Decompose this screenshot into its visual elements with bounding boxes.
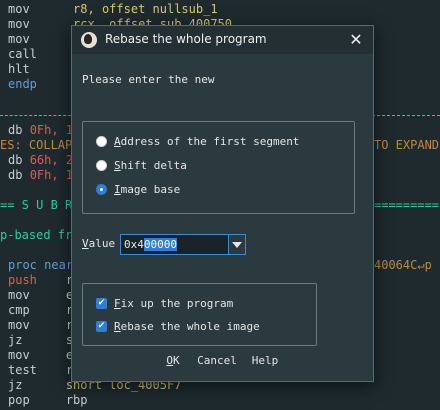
prompt-text: Please enter the new xyxy=(82,73,215,86)
frame-comment: p-based fr xyxy=(0,228,73,242)
value-combobox[interactable]: 0x400000 xyxy=(120,234,246,255)
checkbox-checked-icon[interactable]: ✔ xyxy=(96,321,107,332)
radio-address-first-segment[interactable]: Address of the first segment xyxy=(96,134,346,150)
code-line: cmp r xyxy=(8,303,74,317)
code-line: db 0Fh, 1 xyxy=(8,123,74,137)
app-icon xyxy=(81,32,97,48)
checkbox-fix-up-program[interactable]: ✔ Fix up the program xyxy=(96,296,306,312)
code-line: push r xyxy=(8,273,74,287)
checkbox-checked-icon[interactable]: ✔ xyxy=(96,298,107,309)
options-group: ✔ Fix up the program ✔ Rebase the whole … xyxy=(82,283,317,346)
code-line: mov r xyxy=(8,318,74,332)
proc-line-tail: 40064C↵p xyxy=(374,258,432,272)
separator-line xyxy=(0,115,71,116)
radio-image-base[interactable]: Image base xyxy=(96,182,346,198)
code-line: jz s xyxy=(8,333,74,347)
code-line: endp xyxy=(8,77,37,91)
value-input-text[interactable]: 0x400000 xyxy=(124,238,177,252)
radio-button[interactable] xyxy=(96,136,107,147)
code-line: test r xyxy=(8,363,74,377)
help-button[interactable]: Help xyxy=(249,352,281,370)
code-line: call q xyxy=(8,47,80,61)
code-line: hlt xyxy=(8,62,30,76)
radio-button-selected[interactable] xyxy=(96,184,107,195)
checkbox-rebase-whole-image[interactable]: ✔ Rebase the whole image xyxy=(96,319,306,335)
code-line: db 0Fh, 1 xyxy=(8,168,74,182)
proc-line: proc near xyxy=(8,258,74,272)
code-line: mov r8, offset nullsub_1 xyxy=(8,2,218,16)
subroutine-header-tail: ========= xyxy=(374,198,440,212)
rebase-mode-group: Address of the first segment Shift delta… xyxy=(82,121,355,214)
code-line: mov e xyxy=(8,348,74,362)
ok-button[interactable]: OK xyxy=(162,352,184,370)
collapsed-line[interactable]: ES: COLLAP xyxy=(0,137,72,153)
code-line: mov r xyxy=(8,32,80,46)
code-line: db 66h, 2 xyxy=(8,153,74,167)
code-line: mov e xyxy=(8,288,74,302)
radio-shift-delta[interactable]: Shift delta xyxy=(96,158,346,174)
dialog-titlebar[interactable]: Rebase the whole program ✕ xyxy=(72,26,373,54)
rebase-dialog: Rebase the whole program ✕ Please enter … xyxy=(71,25,374,382)
collapsed-line-tail: TO EXPAND] xyxy=(374,138,440,152)
value-label: Value xyxy=(82,237,116,250)
radio-button[interactable] xyxy=(96,160,107,171)
subroutine-header: == S U B R xyxy=(0,198,73,212)
cancel-button[interactable]: Cancel xyxy=(193,352,241,370)
code-line: pop rbp xyxy=(8,393,88,407)
separator-line xyxy=(372,115,440,116)
close-icon[interactable]: ✕ xyxy=(346,30,366,50)
dropdown-arrow-icon[interactable] xyxy=(228,235,245,254)
dialog-title: Rebase the whole program xyxy=(105,32,267,46)
